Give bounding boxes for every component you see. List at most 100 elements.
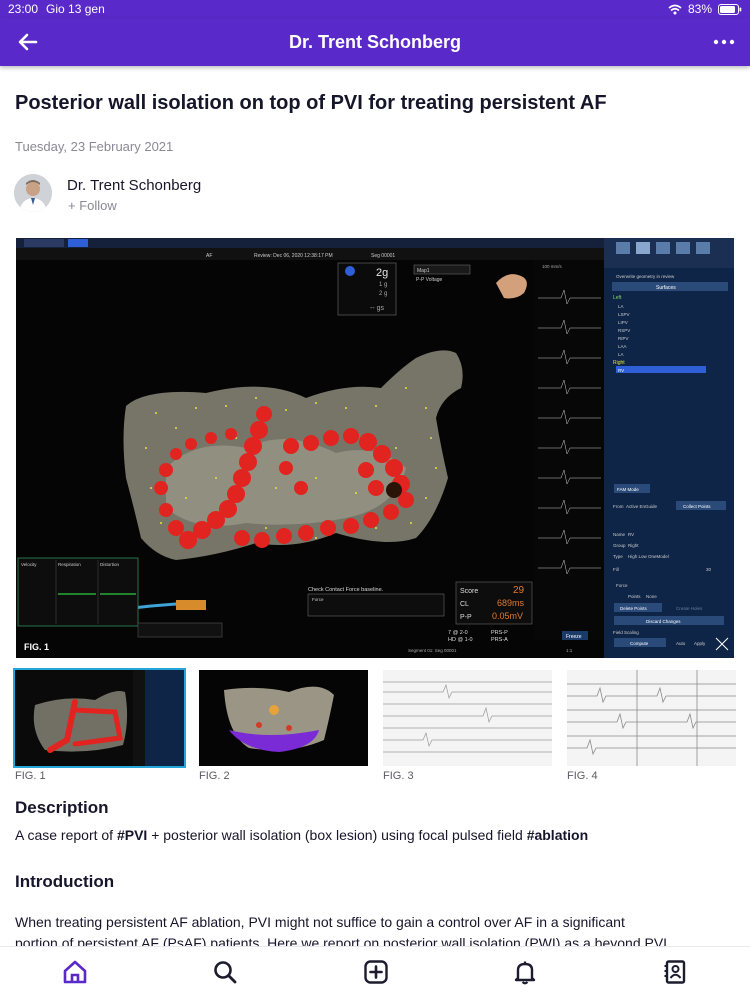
seg-text: Seg 00001 (371, 253, 395, 259)
hashtag-link[interactable]: #ablation (527, 827, 588, 843)
time-scale: 100 mm/s (542, 264, 563, 269)
apply-option: Apply (694, 641, 706, 646)
tab-contacts[interactable] (662, 959, 688, 985)
description-text-part: + posterior wall isolation (box lesion) … (147, 827, 527, 843)
from-label: From (613, 504, 624, 509)
contacts-icon (664, 960, 686, 984)
thumbnail-fig-4-image (567, 670, 736, 766)
thumbnail-fig-3[interactable] (383, 670, 552, 766)
post-title: Posterior wall isolation on top of PVI f… (15, 92, 607, 114)
overwrite-text: Overwrite geometry in review (616, 274, 675, 279)
right-label: Right (613, 360, 625, 366)
surfaces-title: Surfaces (656, 285, 676, 291)
surface-item: RSPV (618, 328, 630, 333)
time-scale-2: 1:1 (566, 648, 573, 653)
prs-a-label: PRS-A (491, 637, 508, 643)
figure-thumbnails (13, 668, 736, 768)
follow-button[interactable]: + Follow (68, 198, 117, 213)
post-content: Posterior wall isolation on top of PVI f… (0, 66, 750, 946)
discard-changes-button: Discard Changes (646, 619, 681, 624)
points-label: Points (628, 594, 641, 599)
introduction-line: portion of persistent AF (PsAF) patients… (15, 935, 668, 946)
fill-label: Fill (613, 567, 619, 572)
compute-button: Compute (630, 641, 649, 646)
surface-item: RIPV (618, 336, 629, 341)
more-options-button[interactable] (710, 28, 738, 56)
status-bar: 23:00 Gio 13 gen 83% (0, 0, 750, 18)
thumbnail-label: FIG. 2 (199, 770, 230, 782)
description-text-part: A case report of (15, 827, 117, 843)
score-value: 29 (513, 585, 525, 596)
force-1: 1 g (379, 282, 387, 288)
left-label: Left (613, 295, 622, 301)
search-icon (214, 961, 237, 984)
battery-percent: 83% (687, 2, 712, 16)
type-label: Type (613, 554, 623, 559)
pp-value: 0.05mV (492, 611, 523, 621)
review-text: Review: Dec 06, 2020 12:38:17 PM (254, 253, 333, 259)
avatar[interactable] (14, 174, 52, 212)
surface-item: LA (618, 304, 624, 309)
type-value: High Low OneModel (628, 554, 669, 559)
home-icon (63, 960, 87, 984)
from-value: Active EnGuide (626, 504, 658, 509)
ellipsis-icon (713, 39, 735, 45)
author-name[interactable]: Dr. Trent Schonberg (67, 177, 201, 194)
force-label: Force (312, 597, 324, 602)
arrow-left-icon (18, 33, 38, 51)
surface-item: RV (618, 368, 624, 373)
table-header-3: Distortion (100, 562, 120, 567)
baseline-text: Check Contact Force baseline. (308, 587, 384, 593)
wifi-icon (668, 4, 682, 14)
tab-home[interactable] (62, 959, 88, 985)
at-line-2: HD @ 1-0 (448, 637, 473, 643)
group-value: Right (628, 543, 639, 548)
thumbnail-fig-2[interactable] (199, 670, 368, 766)
thumbnail-fig-1-image (15, 670, 184, 766)
page-title: Dr. Trent Schonberg (288, 31, 462, 52)
introduction-text: When treating persistent AF ablation, PV… (15, 912, 735, 946)
main-figure[interactable]: AF Review: Dec 06, 2020 12:38:17 PM Seg … (16, 238, 734, 658)
status-time: 23:00 (8, 2, 39, 16)
status-date: Gio 13 gen (46, 2, 105, 16)
introduction-line: When treating persistent AF ablation, PV… (15, 914, 625, 930)
freeze-button: Freeze (566, 634, 582, 640)
mapping-screenshot: AF Review: Dec 06, 2020 12:38:17 PM Seg … (16, 238, 734, 658)
top-navbar: Dr. Trent Schonberg (0, 18, 750, 66)
voltage-label: P-P Voltage (416, 277, 443, 283)
surface-item: LA (618, 352, 624, 357)
description-heading: Description (15, 798, 109, 817)
at-line-1: 7 @ 2-0 (448, 630, 468, 636)
hashtag-link[interactable]: #PVI (117, 827, 147, 843)
figure-label: FIG. 1 (24, 642, 49, 652)
table-header-1: Velocity (21, 562, 37, 567)
bottom-tab-bar (0, 946, 750, 1000)
af-label: AF (206, 253, 212, 259)
post-date: Tuesday, 23 February 2021 (15, 139, 174, 154)
follow-label: Follow (79, 198, 117, 213)
tab-notifications[interactable] (512, 959, 538, 985)
thumbnail-fig-4[interactable] (567, 670, 736, 766)
tab-add-post[interactable] (363, 959, 389, 985)
thumbnail-label: FIG. 4 (567, 770, 598, 782)
description-text: A case report of #PVI + posterior wall i… (15, 827, 588, 843)
field-scaling-label: Field Scaling (613, 630, 639, 635)
segment-text: Segment 01: Seg 00001 (408, 648, 457, 653)
battery-icon (718, 3, 742, 15)
prs-label: PRS-P (491, 630, 508, 636)
force-option: Force (616, 583, 628, 588)
thumbnail-fig-1[interactable] (13, 668, 186, 768)
gs-value: -- gs (370, 305, 385, 312)
introduction-heading: Introduction (15, 872, 115, 891)
collect-points-button: Collect Points (683, 504, 711, 509)
name-value: RV (628, 532, 634, 537)
surface-item: LAA (618, 344, 627, 349)
thumbnail-label: FIG. 3 (383, 770, 414, 782)
thumbnail-fig-3-image (383, 670, 552, 766)
auto-option: Auto (676, 641, 686, 646)
tab-search[interactable] (212, 959, 238, 985)
force-2: 2 g (379, 291, 387, 297)
group-label: Group (613, 543, 626, 548)
back-button[interactable] (14, 28, 42, 56)
fill-value: 30 (706, 567, 712, 572)
